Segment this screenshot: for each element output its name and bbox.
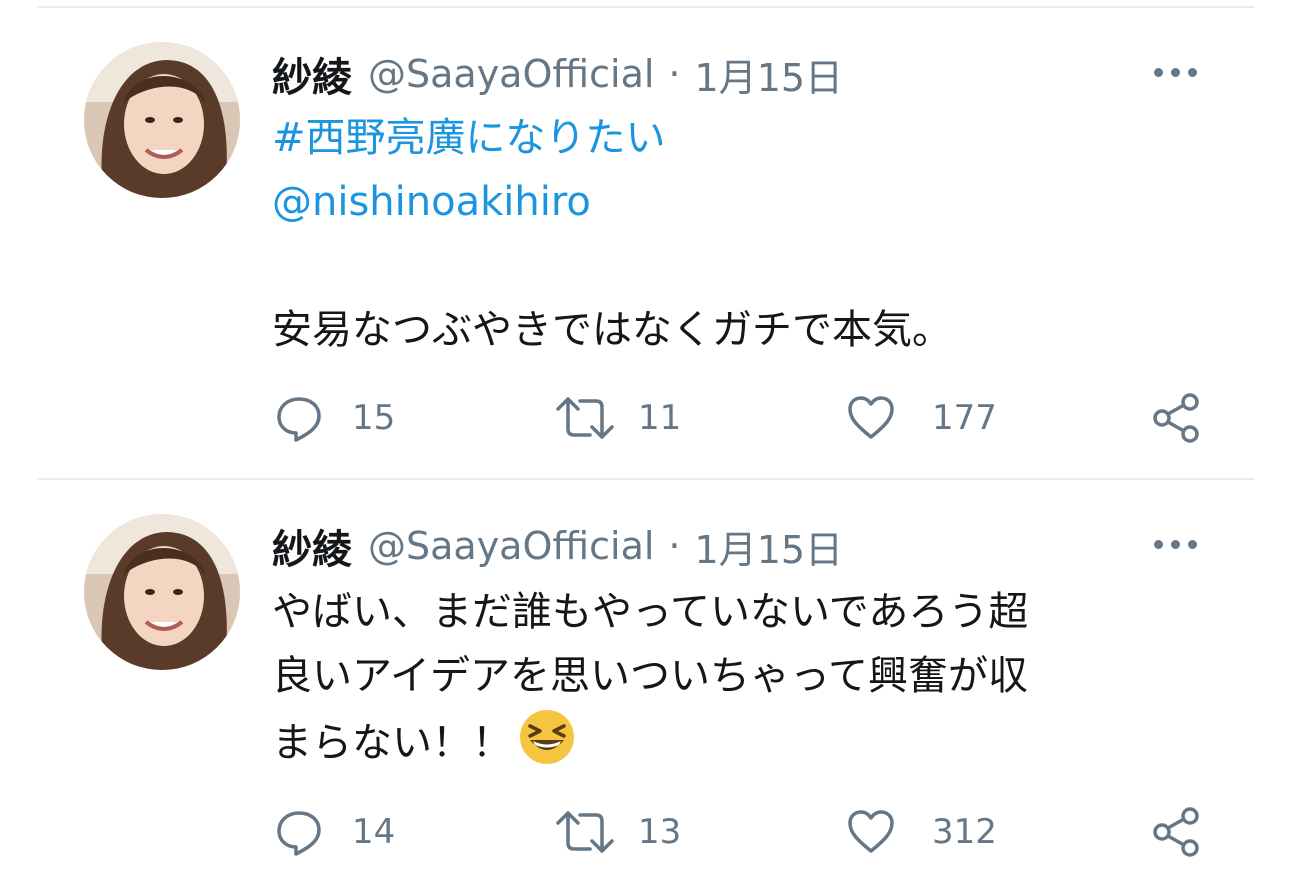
grinning-squinting-face-emoji <box>520 710 574 764</box>
retweet-button[interactable]: 11 <box>554 388 681 448</box>
tweet-actions: 15 11 177 <box>0 388 1293 448</box>
separator-dot: · <box>668 52 681 96</box>
retweet-count: 13 <box>638 812 682 852</box>
tweet-date[interactable]: 1月15日 <box>695 47 844 102</box>
tweet-text: やばい、まだ誰もやっていないであろう超 良いアイデアを思いついちゃって興奮が収 … <box>272 580 1192 772</box>
avatar-image <box>84 514 240 670</box>
reply-icon <box>277 811 321 856</box>
retweet-button[interactable]: 13 <box>554 802 681 862</box>
like-count: 312 <box>932 812 997 852</box>
hashtag-link[interactable]: #西野亮廣になりたい <box>272 106 1192 170</box>
text-line: やばい、まだ誰もやっていないであろう超 <box>272 589 1029 635</box>
share-button[interactable] <box>1150 388 1202 448</box>
heart-icon <box>848 396 894 439</box>
tweet-actions: 14 13 312 <box>0 802 1293 862</box>
reply-button[interactable]: 15 <box>274 388 395 448</box>
tweet[interactable]: 紗綾 @SaayaOfficial · 1月15日 #西野亮廣になりたい @ni… <box>0 42 1293 462</box>
tweet-date[interactable]: 1月15日 <box>695 519 844 574</box>
more-options-icon[interactable] <box>1152 534 1200 554</box>
retweet-count: 11 <box>638 398 682 438</box>
tweet-header: 紗綾 @SaayaOfficial · 1月15日 <box>272 42 843 106</box>
reply-count: 14 <box>352 812 396 852</box>
reply-count: 15 <box>352 398 396 438</box>
share-icon <box>1153 807 1199 857</box>
more-options-icon[interactable] <box>1152 62 1200 82</box>
author-handle[interactable]: @SaayaOfficial <box>368 524 654 568</box>
avatar[interactable] <box>84 514 240 670</box>
mention-link[interactable]: @nishinoakihiro <box>272 170 1192 234</box>
like-button[interactable]: 177 <box>846 388 997 448</box>
retweet-icon <box>556 811 614 853</box>
tweet-divider <box>37 478 1254 480</box>
author-name[interactable]: 紗綾 <box>272 517 352 575</box>
author-name[interactable]: 紗綾 <box>272 45 352 103</box>
text-line: 良いアイデアを思いついちゃって興奮が収 <box>272 653 1028 699</box>
text-line-last: まらない！！ <box>272 708 1192 772</box>
reply-button[interactable]: 14 <box>274 802 395 862</box>
share-icon <box>1153 393 1199 443</box>
like-button[interactable]: 312 <box>846 802 997 862</box>
share-button[interactable] <box>1150 802 1202 862</box>
tweet-text: #西野亮廣になりたい @nishinoakihiro 安易なつぶやきではなくガチ… <box>272 106 1192 362</box>
author-handle[interactable]: @SaayaOfficial <box>368 52 654 96</box>
avatar-image <box>84 42 240 198</box>
top-divider <box>37 6 1254 8</box>
retweet-icon <box>556 397 614 439</box>
like-count: 177 <box>932 398 997 438</box>
tweet[interactable]: 紗綾 @SaayaOfficial · 1月15日 やばい、まだ誰もやっていない… <box>0 514 1293 884</box>
text-line: まらない！！ <box>272 720 512 766</box>
separator-dot: · <box>668 524 681 568</box>
reply-icon <box>277 397 321 442</box>
text-line: 安易なつぶやきではなくガチで本気。 <box>272 307 952 353</box>
tweet-header: 紗綾 @SaayaOfficial · 1月15日 <box>272 514 843 578</box>
avatar[interactable] <box>84 42 240 198</box>
heart-icon <box>848 810 894 853</box>
